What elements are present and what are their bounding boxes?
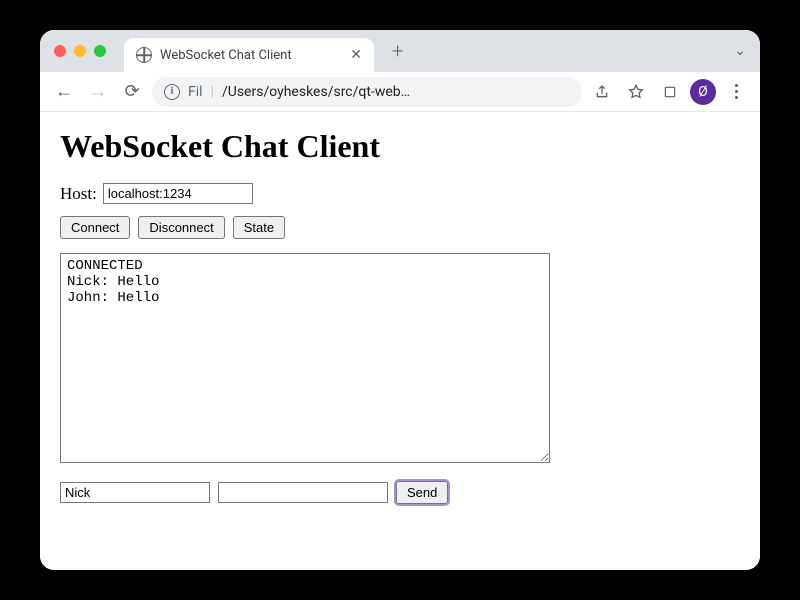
disconnect-button[interactable]: Disconnect xyxy=(138,216,224,239)
message-input[interactable] xyxy=(218,482,388,503)
address-bar[interactable]: i Fil | /Users/oyheskes/src/qt-web… xyxy=(152,77,582,107)
host-label: Host: xyxy=(60,184,97,204)
avatar-initial: Ø xyxy=(698,84,708,100)
tab-title: WebSocket Chat Client xyxy=(160,48,292,63)
share-button[interactable] xyxy=(588,78,616,106)
close-tab-button[interactable]: ✕ xyxy=(350,47,362,63)
log-textarea[interactable] xyxy=(60,253,550,463)
page-title: WebSocket Chat Client xyxy=(60,128,740,165)
window-controls xyxy=(54,45,106,57)
tabs-dropdown-button[interactable]: ⌄ xyxy=(734,43,746,59)
button-row: Connect Disconnect State xyxy=(60,216,740,239)
reload-button[interactable]: ⟳ xyxy=(118,78,146,106)
minimize-window-button[interactable] xyxy=(74,45,86,57)
maximize-window-button[interactable] xyxy=(94,45,106,57)
state-button[interactable]: State xyxy=(233,216,285,239)
send-button[interactable]: Send xyxy=(396,481,448,504)
site-info-icon[interactable]: i xyxy=(164,84,180,100)
host-input[interactable] xyxy=(103,183,253,204)
url-separator: | xyxy=(211,84,214,100)
forward-button[interactable]: → xyxy=(84,78,112,106)
close-window-button[interactable] xyxy=(54,45,66,57)
bookmark-button[interactable] xyxy=(622,78,650,106)
browser-window: WebSocket Chat Client ✕ + ⌄ ← → ⟳ i Fil … xyxy=(40,30,760,570)
share-icon xyxy=(594,84,610,100)
profile-avatar[interactable]: Ø xyxy=(690,79,716,105)
url-scheme: Fil xyxy=(188,84,203,100)
url-path: /Users/oyheskes/src/qt-web… xyxy=(222,84,410,100)
star-icon xyxy=(628,84,644,100)
new-tab-button[interactable]: + xyxy=(392,39,403,63)
nickname-input[interactable] xyxy=(60,482,210,503)
square-icon xyxy=(663,85,677,99)
host-row: Host: xyxy=(60,183,740,204)
page-content: WebSocket Chat Client Host: Connect Disc… xyxy=(40,112,760,570)
titlebar: WebSocket Chat Client ✕ + ⌄ xyxy=(40,30,760,72)
globe-icon xyxy=(136,47,152,63)
back-button[interactable]: ← xyxy=(50,78,78,106)
send-row: Send xyxy=(60,481,740,504)
connect-button[interactable]: Connect xyxy=(60,216,130,239)
menu-button[interactable] xyxy=(722,78,750,106)
extensions-button[interactable] xyxy=(656,78,684,106)
browser-tab[interactable]: WebSocket Chat Client ✕ xyxy=(124,38,374,72)
toolbar: ← → ⟳ i Fil | /Users/oyheskes/src/qt-web… xyxy=(40,72,760,112)
